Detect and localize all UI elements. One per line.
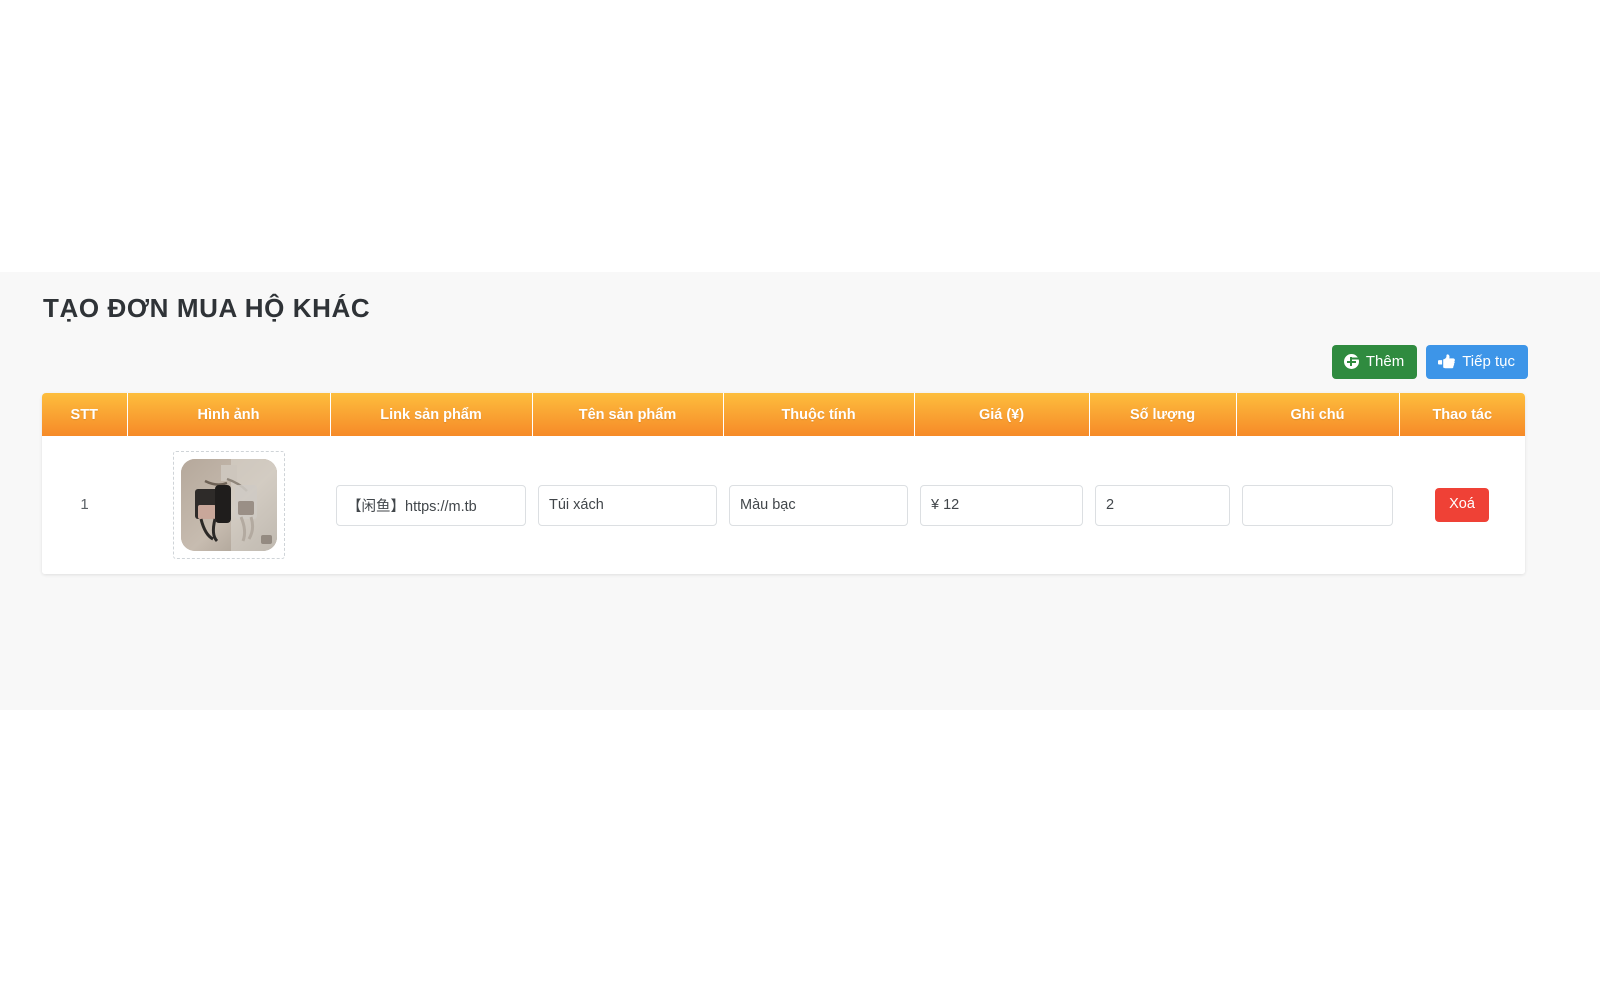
cell-name [532,436,723,574]
page-title: TẠO ĐƠN MUA HỘ KHÁC [43,293,371,323]
add-button[interactable]: Thêm [1331,345,1418,379]
header-stt: STT [42,393,128,436]
product-name-input[interactable] [538,484,717,526]
top-blank-area [0,0,1600,272]
row-index: 1 [80,496,89,513]
header-price: Giá (¥) [914,393,1090,436]
product-thumbnail [180,459,277,551]
product-note-input[interactable] [1242,484,1393,526]
header-action: Thao tác [1399,393,1525,436]
bottom-blank-area [0,710,1600,1000]
main-content-region: TẠO ĐƠN MUA HỘ KHÁC Thêm Tiếp tục STT Hì… [0,272,1600,710]
header-link: Link sản phẩm [330,393,533,436]
cell-attribute [723,436,914,574]
header-image: Hình ảnh [127,393,331,436]
products-table: STT Hình ảnh Link sản phẩm Tên sản phẩm … [42,393,1525,574]
add-button-label: Thêm [1365,353,1405,370]
table-body: 1 【闲鱼】https://m.tb Túi xách Màu bạc ¥ 12… [42,436,1525,574]
product-price-input[interactable] [920,484,1083,526]
continue-button[interactable]: Tiếp tục [1426,345,1528,379]
toolbar: Thêm Tiếp tục [1331,345,1528,379]
cell-link [330,436,532,574]
table-row: 1 【闲鱼】https://m.tb Túi xách Màu bạc ¥ 12… [42,436,1525,574]
products-table-card: STT Hình ảnh Link sản phẩm Tên sản phẩm … [42,393,1525,574]
cell-price [914,436,1089,574]
continue-button-label: Tiếp tục [1462,353,1515,370]
cell-image [127,436,330,574]
header-note: Ghi chú [1236,393,1400,436]
header-quantity: Số lượng [1089,393,1237,436]
product-link-input[interactable] [336,484,526,526]
delete-row-button[interactable]: Xoá [1435,488,1489,522]
page-root: TẠO ĐƠN MUA HỘ KHÁC Thêm Tiếp tục STT Hì… [0,0,1600,1000]
cell-note [1236,436,1399,574]
cell-stt: 1 [42,436,127,574]
hand-point-right-icon [1438,354,1456,369]
image-upload-box[interactable] [172,451,285,559]
table-header-row: STT Hình ảnh Link sản phẩm Tên sản phẩm … [42,393,1525,436]
header-name: Tên sản phẩm [532,393,724,436]
table-header: STT Hình ảnh Link sản phẩm Tên sản phẩm … [42,393,1525,436]
header-attribute: Thuộc tính [723,393,915,436]
product-quantity-input[interactable] [1095,484,1230,526]
product-attribute-input[interactable] [729,484,908,526]
cell-action: Xoá [1399,436,1525,574]
cell-quantity [1089,436,1236,574]
plus-circle-icon [1343,354,1359,369]
